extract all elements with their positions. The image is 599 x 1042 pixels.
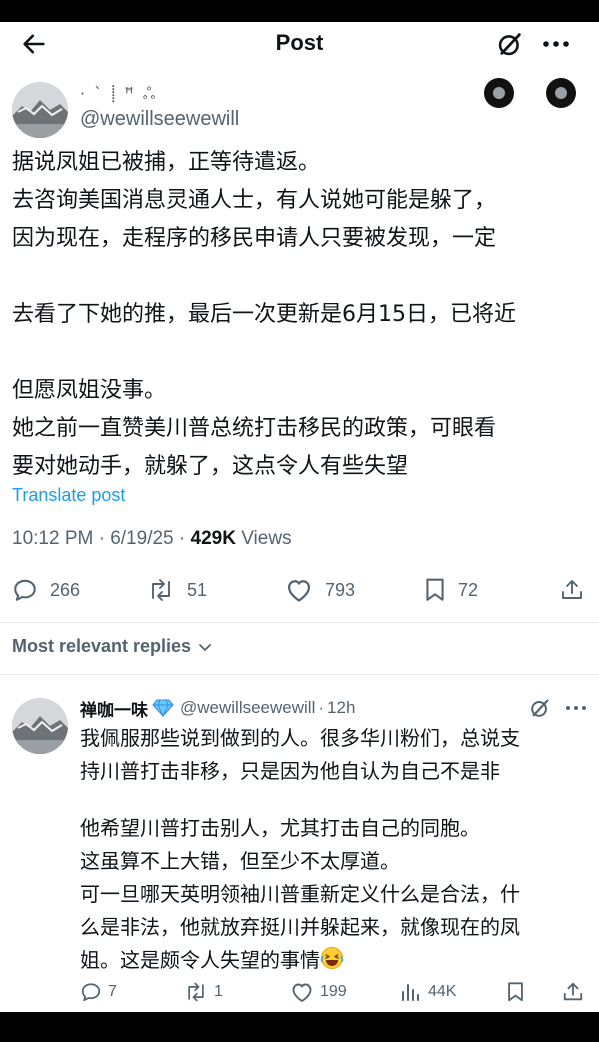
post-line-blank: [12, 334, 592, 372]
repost-button[interactable]: 51: [147, 570, 207, 610]
reply-reply-count: 7: [108, 983, 117, 1000]
reply-bookmark-button[interactable]: [506, 978, 525, 1006]
repost-icon: [152, 579, 170, 601]
views-label: Views: [235, 528, 292, 549]
reply-line: 么是非法，他就放弃挺川并躲起来，就像现在的凤: [80, 915, 520, 939]
author-avatar[interactable]: [12, 82, 68, 138]
reply-text: 我佩服那些说到做到的人。很多华川粉们，总说支 持川普打击非移，只是因为他自认为自…: [80, 722, 592, 980]
like-count: 793: [325, 579, 356, 600]
repost-icon: [188, 982, 204, 1002]
status-bar: [0, 0, 599, 22]
post-actions: 266 51 793 72: [12, 570, 587, 610]
laughing-emoji-icon: [320, 946, 344, 980]
more-horizontal-icon: [543, 41, 569, 47]
post-line: 因为现在，走程序的移民申请人只要被发现，一定: [12, 226, 497, 251]
bookmark-button[interactable]: 72: [424, 570, 478, 610]
post-line: 但愿凤姐没事。: [12, 378, 167, 403]
avatar-image: [12, 82, 68, 138]
reply-reply-button[interactable]: 7: [80, 978, 117, 1006]
share-icon: [563, 982, 583, 1001]
reply-line: 我佩服那些说到做到的人。很多华川粉们，总说支: [80, 726, 520, 750]
repost-count: 51: [187, 579, 208, 600]
bookmark-icon: [426, 578, 444, 601]
reply-line: 这虽算不上大错，但至少不太厚道。: [80, 849, 400, 873]
reply-line: 可一旦哪天英明领袖川普重新定义什么是合法，什: [80, 882, 520, 906]
top-nav: Post: [0, 22, 599, 66]
grok-icon: [498, 33, 521, 56]
more-horizontal-icon: [566, 706, 586, 710]
reply-actions: 7 1 199 44K: [80, 978, 592, 1006]
reply-share-button[interactable]: [562, 978, 584, 1006]
subscribe-badge-icon[interactable]: [546, 78, 576, 108]
reply-icon: [14, 579, 36, 601]
author-name[interactable]: · ` ⸽ ꟸ ஃ: [80, 82, 157, 104]
divider: [0, 674, 599, 675]
post-line-blank: [12, 258, 592, 296]
avatar-image: [12, 698, 68, 754]
post-line: 她之前一直赞美川普总统打击移民的政策，可眼看: [12, 416, 497, 441]
author-handle[interactable]: @wewillseewewill: [80, 108, 239, 131]
post-line: 据说凤姐已被捕，正等待遣返。: [12, 150, 321, 175]
divider: [0, 622, 599, 623]
reply-author-handle[interactable]: @wewillseewewill: [180, 698, 315, 718]
reply-repost-button[interactable]: 1: [184, 978, 223, 1006]
reply-count: 266: [50, 579, 81, 600]
system-bottom-bar: [0, 1012, 599, 1042]
grok-button[interactable]: [494, 28, 526, 60]
gem-icon: [152, 698, 174, 718]
reply-line-last: 姐。这是颇令人失望的事情: [80, 944, 592, 980]
reply-time[interactable]: 12h: [327, 698, 355, 718]
post-meta: 10:12 PM · 6/19/25 · 429K Views: [12, 528, 292, 550]
chevron-down-icon: [197, 639, 213, 655]
post-timestamp: 10:12 PM · 6/19/25 ·: [12, 528, 191, 549]
heart-icon: [292, 983, 312, 1002]
more-button[interactable]: [538, 28, 574, 60]
post-line: 去咨询美国消息灵通人士，有人说她可能是躲了，: [12, 188, 497, 213]
like-button[interactable]: 793: [285, 570, 355, 610]
reply-line-blank: [80, 788, 592, 812]
heart-icon: [287, 580, 311, 602]
reply-icon: [81, 983, 101, 1002]
share-icon: [562, 580, 582, 599]
reply-author-avatar[interactable]: [12, 698, 68, 754]
bookmark-icon: [508, 982, 523, 1002]
reply-views-count: 44K: [428, 983, 457, 1000]
follow-badge-icon[interactable]: [484, 78, 514, 108]
replies-sort-dropdown[interactable]: Most relevant replies: [12, 636, 213, 657]
reply-more-button[interactable]: [562, 696, 590, 720]
share-button[interactable]: [560, 570, 584, 610]
post-line: 要对她动手，就躲了，这点令人有些失望: [12, 454, 409, 479]
reply-grok-button[interactable]: [528, 696, 552, 720]
views-count: 429K: [190, 528, 236, 549]
reply-header: 禅咖一味 @wewillseewewill · 12h: [80, 696, 355, 721]
reply-views-button[interactable]: 44K: [400, 978, 456, 1006]
bookmark-count: 72: [458, 579, 479, 600]
reply-like-button[interactable]: 199: [290, 978, 347, 1006]
post-line: 去看了下她的推，最后一次更新是6月15日，已将近: [12, 302, 516, 327]
reply-line: 姐。这是颇令人失望的事情: [80, 948, 320, 972]
replies-sort-label: Most relevant replies: [12, 636, 192, 656]
views-chart-icon: [402, 984, 419, 1001]
reply-repost-count: 1: [214, 983, 223, 1000]
reply-button[interactable]: 266: [12, 570, 80, 610]
reply-like-count: 199: [320, 983, 347, 1000]
grok-icon: [531, 699, 549, 717]
translate-post-link[interactable]: Translate post: [12, 485, 125, 506]
separator-dot: ·: [318, 698, 325, 717]
reply-author-name[interactable]: 禅咖一味: [80, 696, 148, 721]
reply-line: 持川普打击非移，只是因为他自认为自己不是非: [80, 759, 500, 783]
reply-line: 他希望川普打击别人，尤其打击自己的同胞。: [80, 816, 480, 840]
post-text: 据说凤姐已被捕，正等待遣返。 去咨询美国消息灵通人士，有人说她可能是躲了， 因为…: [12, 144, 592, 486]
